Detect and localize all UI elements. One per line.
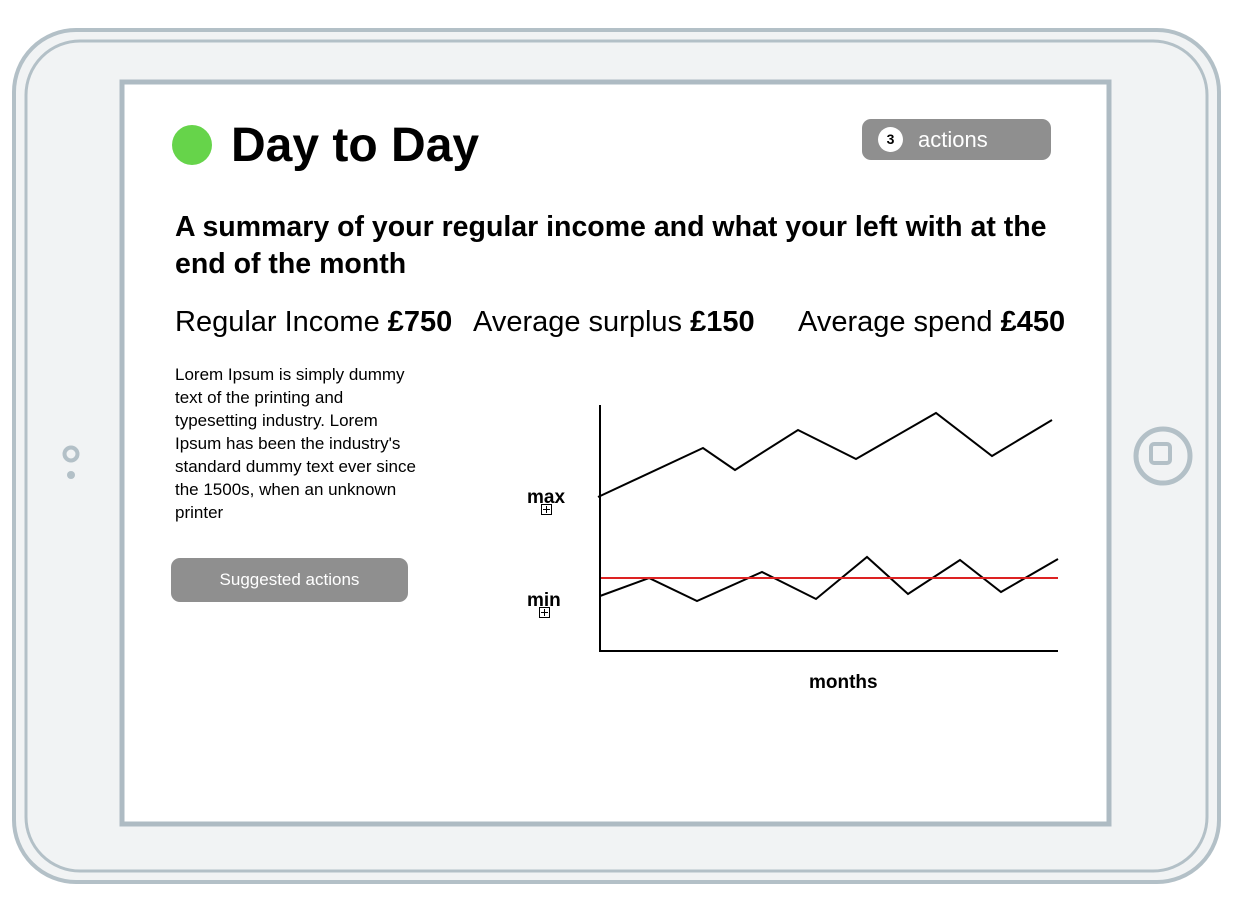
stat-average-spend: Average spend £450 (798, 302, 1065, 342)
stat-value: £150 (690, 306, 755, 338)
expand-icon (539, 607, 550, 618)
stat-regular-income: Regular Income £750 (175, 302, 452, 342)
page-title: Day to Day (231, 119, 480, 172)
stat-label: Regular Income (175, 306, 380, 338)
description-text: Lorem Ipsum is simply dummy text of the … (175, 365, 416, 522)
status-dot (172, 125, 212, 165)
max-series-line (597, 411, 1053, 498)
stat-value: £750 (387, 306, 453, 338)
x-axis-label: months (809, 672, 878, 693)
actions-button[interactable]: 3 actions (862, 119, 1051, 160)
stat-value: £450 (1000, 306, 1066, 338)
suggested-actions-button[interactable]: Suggested actions (171, 558, 408, 602)
income-chart (597, 405, 1059, 652)
actions-label: actions (918, 127, 988, 152)
actions-count-badge: 3 (878, 127, 903, 152)
stat-label: Average spend (798, 306, 993, 338)
stat-label: Average surplus (473, 306, 683, 338)
page-subtitle: A summary of your regular income and wha… (175, 211, 1047, 280)
expand-icon (541, 504, 552, 515)
stat-average-surplus: Average surplus £150 (473, 302, 755, 342)
sensor-icon (67, 471, 75, 479)
